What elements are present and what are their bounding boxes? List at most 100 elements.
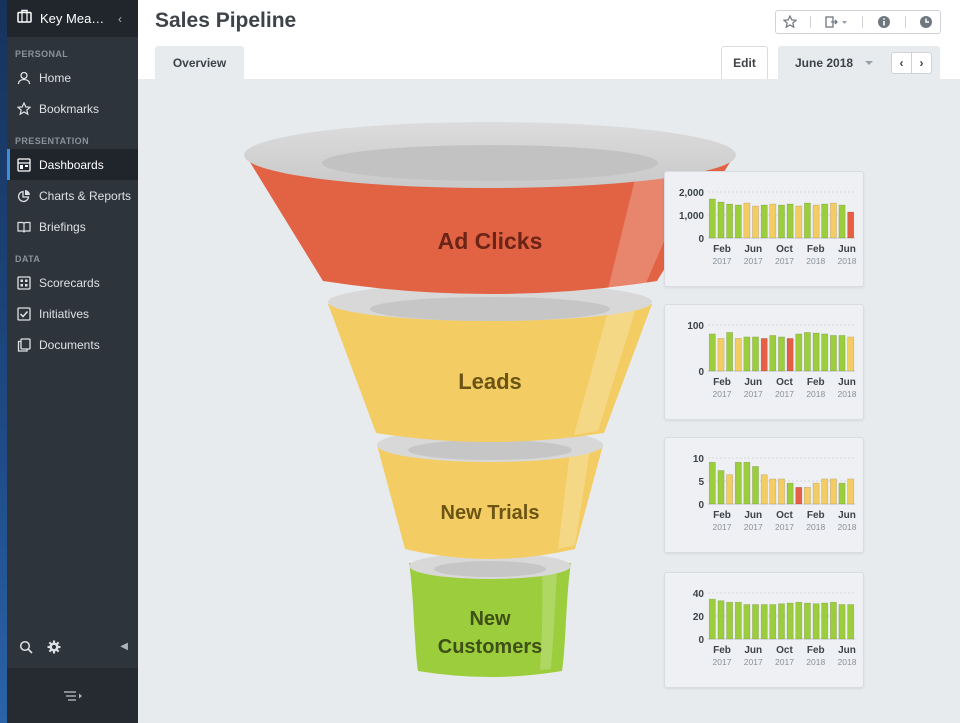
funnel-label-new-trials: New Trials <box>441 502 540 524</box>
funnel-stage-new-trials[interactable]: New Trials <box>377 428 603 559</box>
edit-button[interactable]: Edit <box>721 46 768 79</box>
x-tick-month: Jun <box>838 510 856 521</box>
star-icon <box>17 101 31 115</box>
x-tick-year: 2018 <box>838 256 857 266</box>
tab-overview[interactable]: Overview <box>155 46 244 79</box>
period-label: June 2018 <box>795 55 854 70</box>
sidebar-item-initiatives[interactable]: Initiatives <box>7 298 138 329</box>
collapse-left-icon[interactable]: ◀ <box>120 641 128 652</box>
x-tick-year: 2017 <box>713 256 732 266</box>
bar <box>734 461 742 505</box>
metric-card-leads[interactable]: 100 0 Feb 2017 Jun 2017 Oct 2017 Feb 2018 Jun 2018 <box>664 304 864 420</box>
collapse-chevron-icon[interactable]: ‹ <box>118 12 138 26</box>
bar <box>752 336 759 372</box>
sidebar-item-dashboards[interactable]: Dashboards <box>7 149 138 180</box>
bar <box>830 601 837 640</box>
documents-icon <box>17 337 31 352</box>
sidebar-item-label: Charts & Reports <box>39 188 132 203</box>
sidebar-item-documents[interactable]: Documents <box>7 329 138 360</box>
bar <box>734 601 742 640</box>
funnel-label-ad-clicks: Ad Clicks <box>438 228 543 254</box>
sidebar-item-label: Initiatives <box>39 306 90 321</box>
bar <box>769 478 777 505</box>
x-tick-month: Jun <box>744 645 762 656</box>
x-tick-month: Feb <box>807 510 825 521</box>
bar <box>760 204 768 239</box>
section-data: DATA <box>15 254 41 264</box>
funnel-stage-ad-clicks[interactable]: Ad Clicks <box>244 122 736 294</box>
bar <box>708 198 716 239</box>
mini-chart-ad-clicks: 2,0001,0000Feb2017Jun2017Oct2017Feb2018J… <box>679 188 857 266</box>
checkbox-icon <box>17 306 31 321</box>
bar <box>734 338 742 372</box>
x-tick-month: Oct <box>776 645 793 656</box>
sidebar-item-charts-reports[interactable]: Charts & Reports <box>7 180 138 211</box>
sidebar-item-home[interactable]: Home <box>7 62 138 93</box>
bar <box>708 598 716 640</box>
bar <box>838 204 846 239</box>
bar <box>821 333 829 372</box>
bar <box>847 336 855 372</box>
sidebar-item-bookmarks[interactable]: Bookmarks <box>7 93 138 124</box>
x-tick-month: Feb <box>713 244 731 255</box>
bar <box>838 335 846 372</box>
x-tick-month: Feb <box>713 510 731 521</box>
bar <box>838 482 846 505</box>
menu-expand-icon <box>63 690 82 701</box>
x-tick-year: 2018 <box>806 389 825 399</box>
x-tick-month: Jun <box>744 377 762 388</box>
x-tick-year: 2017 <box>775 522 794 532</box>
sidebar-item-label: Briefings <box>39 219 86 234</box>
clock-icon[interactable] <box>919 15 933 29</box>
bar <box>847 211 855 239</box>
gear-icon[interactable] <box>47 640 61 654</box>
search-icon[interactable] <box>19 640 33 654</box>
sidebar-tools: ◀ <box>7 630 138 663</box>
bar <box>830 335 837 372</box>
sidebar-item-scorecards[interactable]: Scorecards <box>7 267 138 298</box>
metric-card-ad-clicks[interactable]: 2,000 1,000 0 Feb 2017 Jun 2017 Oct 2017 Feb 2018 J… <box>664 171 864 287</box>
bar <box>752 466 759 505</box>
app-title: Key Mea… <box>40 11 105 26</box>
x-tick-year: 2018 <box>806 256 825 266</box>
bar <box>812 332 820 372</box>
bar <box>708 461 716 505</box>
x-tick-year: 2017 <box>775 389 794 399</box>
sidebar-item-label: Bookmarks <box>39 101 100 116</box>
bar <box>760 338 768 372</box>
x-tick-year: 2018 <box>838 389 857 399</box>
bar <box>743 604 751 640</box>
bar <box>821 203 829 239</box>
bar <box>752 205 759 239</box>
bar <box>778 204 785 239</box>
sidebar-item-label: Scorecards <box>39 275 100 290</box>
bar <box>838 604 846 640</box>
main-panel: Sales Pipeline Overview Edit June 2018 ‹… <box>138 0 960 723</box>
funnel-stage-leads[interactable]: Leads <box>328 283 652 442</box>
mini-chart-new-customers: 40200Feb2017Jun2017Oct2017Feb2018Jun2018 <box>693 589 857 667</box>
section-presentation: PRESENTATION <box>15 136 89 146</box>
pie-chart-icon <box>17 189 30 202</box>
next-period-button[interactable]: › <box>911 53 931 73</box>
x-tick-month: Oct <box>776 377 793 388</box>
funnel-stage-new-customers[interactable]: New Customers <box>409 553 571 677</box>
metric-card-new-trials[interactable]: 10 5 0 Feb 2017 Jun 2017 Oct 2017 Feb 2018 Jun 2018 <box>664 437 864 553</box>
info-icon[interactable] <box>877 15 891 29</box>
book-icon <box>17 221 31 233</box>
bar <box>726 474 733 505</box>
x-tick-month: Jun <box>838 244 856 255</box>
bar <box>795 486 803 505</box>
sidebar-footer[interactable] <box>7 668 138 723</box>
star-icon[interactable] <box>782 15 797 29</box>
sidebar-header[interactable]: Key Mea… ‹ <box>7 0 138 37</box>
y-tick-label: 0 <box>698 234 704 245</box>
bar <box>726 203 733 239</box>
x-tick-year: 2017 <box>713 389 732 399</box>
metric-card-new-customers[interactable]: 40 20 0 Feb 2017 Jun 2017 Oct 2017 Feb 2018 Jun 2018 <box>664 572 864 688</box>
prev-period-button[interactable]: ‹ <box>892 53 911 73</box>
share-icon[interactable] <box>825 15 849 29</box>
bar <box>795 205 803 239</box>
sidebar-item-briefings[interactable]: Briefings <box>7 211 138 242</box>
bar <box>717 338 725 372</box>
bar <box>760 604 768 640</box>
